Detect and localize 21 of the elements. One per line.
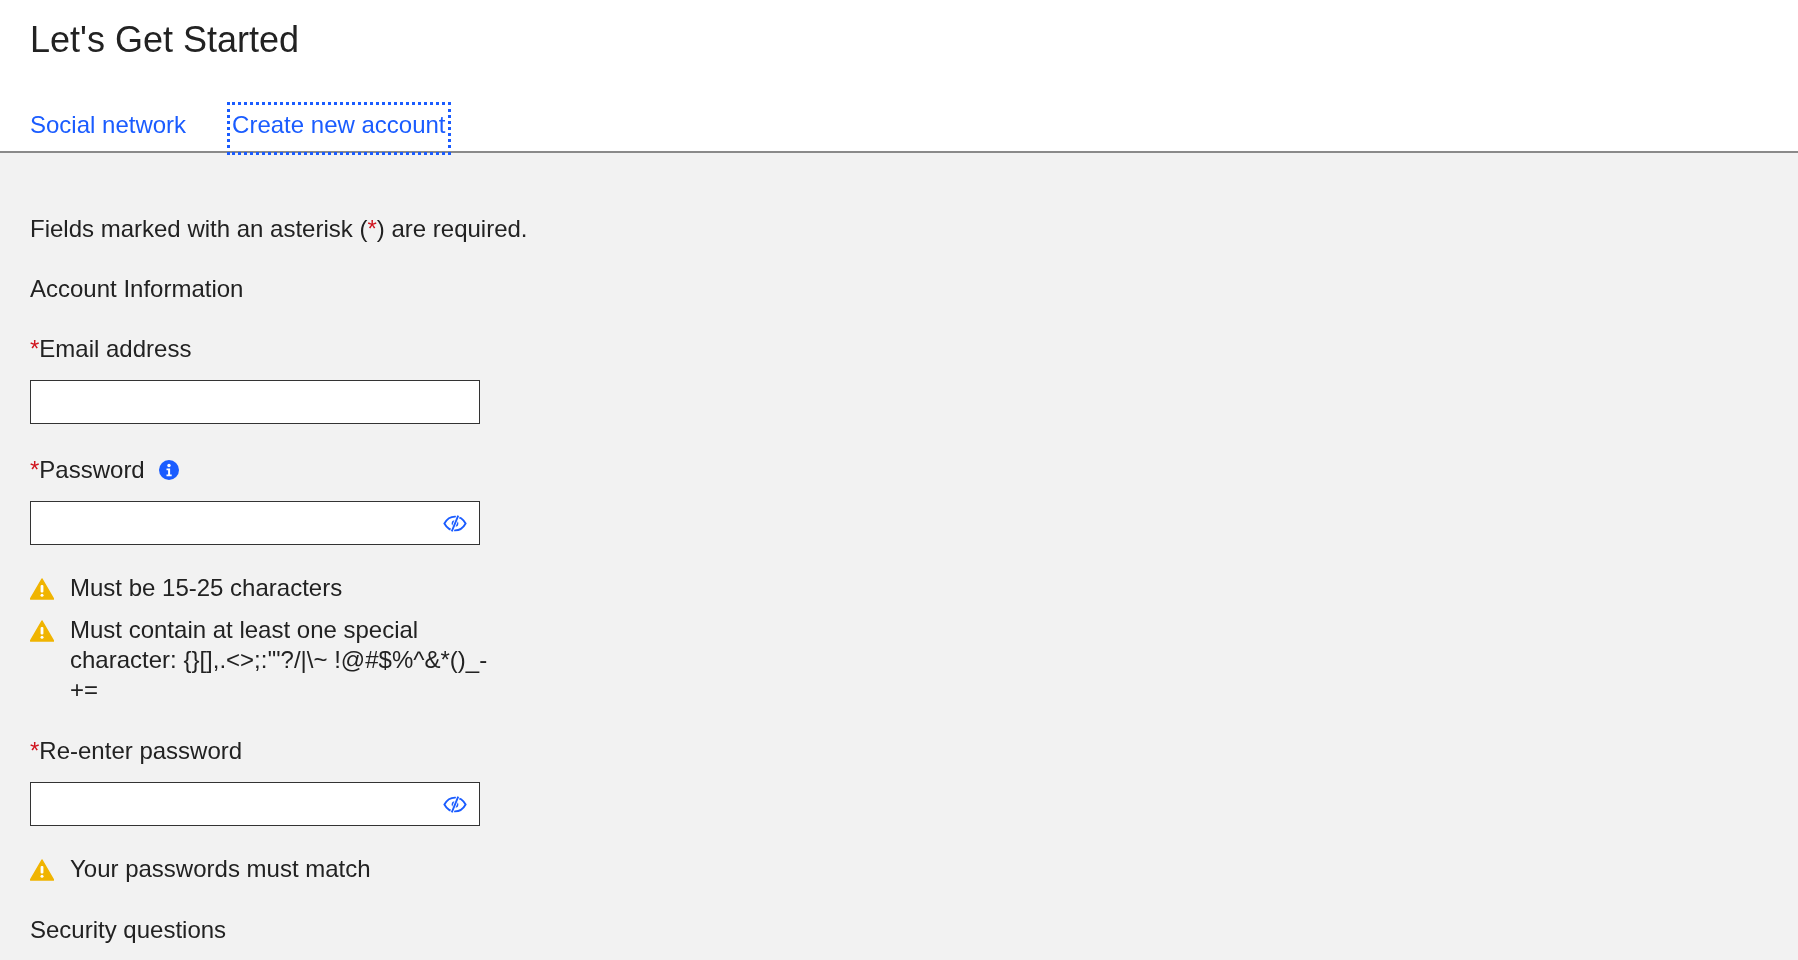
warning-icon bbox=[30, 620, 54, 642]
eye-slash-icon[interactable] bbox=[443, 794, 467, 814]
field-label: *Re-enter password bbox=[30, 737, 243, 765]
eye-slash-icon[interactable] bbox=[443, 513, 467, 533]
input-field[interactable] bbox=[30, 380, 480, 424]
warning-message: Must contain at least one special character: {}[],.<>;:'"?/|\~ !@#$%^&*()_-+= bbox=[70, 615, 489, 705]
tab[interactable]: Create new account bbox=[227, 102, 451, 155]
warning-message: Must be 15-25 characters bbox=[70, 573, 344, 603]
input-field[interactable] bbox=[30, 501, 480, 545]
field-label: *Password bbox=[30, 456, 145, 484]
warning-message: Your passwords must match bbox=[70, 854, 372, 884]
warning-icon bbox=[30, 859, 54, 881]
section-heading: Security questions bbox=[30, 916, 228, 944]
warning-icon bbox=[30, 578, 54, 600]
page-title: Let's Get Started bbox=[30, 20, 300, 60]
section-heading: Account Information bbox=[30, 275, 245, 303]
required-note: Fields marked with an asterisk (*) are required. bbox=[30, 215, 529, 243]
tab[interactable]: Social network bbox=[30, 102, 192, 155]
info-icon[interactable] bbox=[158, 460, 179, 480]
field-label: *Email address bbox=[30, 335, 192, 363]
input-field[interactable] bbox=[30, 782, 480, 826]
